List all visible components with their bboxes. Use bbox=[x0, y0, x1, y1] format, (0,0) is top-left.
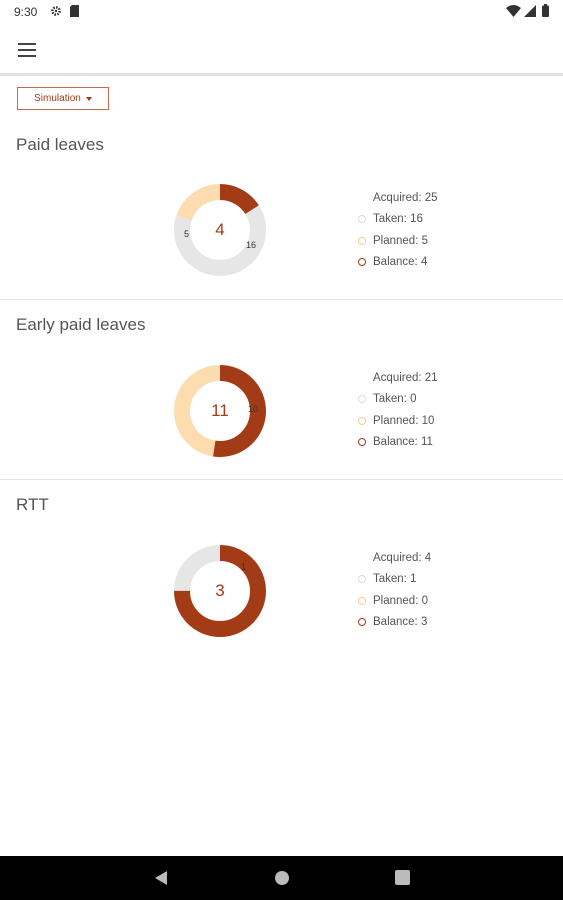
planned-segment-label: 5 bbox=[184, 229, 190, 239]
legend-balance: Balance: 4 bbox=[358, 252, 438, 274]
donut-chart: 4 16 5 bbox=[170, 180, 270, 280]
legend-planned: Planned: 0 bbox=[358, 590, 431, 612]
settings-icon bbox=[50, 4, 62, 22]
donut-chart: 11 10 bbox=[170, 361, 270, 461]
status-time: 9:30 bbox=[14, 5, 38, 19]
legend-planned: Planned: 10 bbox=[358, 410, 438, 432]
back-icon[interactable] bbox=[154, 870, 168, 891]
recents-icon[interactable] bbox=[395, 870, 410, 890]
sd-card-icon bbox=[70, 4, 80, 22]
section-paid-leaves: Paid leaves 4 16 5 Acquired: 25 Taken: 1… bbox=[0, 120, 563, 300]
balance-center-value: 3 bbox=[215, 581, 225, 600]
battery-icon bbox=[542, 4, 549, 22]
legend-balance: Balance: 3 bbox=[358, 612, 431, 634]
status-bar: 9:30 bbox=[0, 0, 563, 24]
planned-dot-icon bbox=[358, 596, 366, 605]
section-early-paid-leaves: Early paid leaves 11 10 Acquired: 21 Tak… bbox=[0, 300, 563, 480]
section-title: Paid leaves bbox=[16, 135, 104, 154]
taken-segment-label: 1 bbox=[241, 562, 247, 572]
caret-down-icon bbox=[85, 97, 92, 101]
menu-icon[interactable] bbox=[14, 38, 40, 62]
planned-dot-icon bbox=[358, 236, 366, 245]
planned-segment-label: 10 bbox=[248, 404, 259, 414]
legend-planned: Planned: 5 bbox=[358, 230, 438, 252]
taken-segment-label: 16 bbox=[246, 240, 257, 250]
legend: Acquired: 4 Taken: 1 Planned: 0 Balance:… bbox=[358, 547, 431, 633]
section-rtt: RTT 3 1 Acquired: 4 Taken: 1 Planned: 0 … bbox=[0, 480, 563, 660]
balance-dot-icon bbox=[358, 438, 366, 447]
legend: Acquired: 21 Taken: 0 Planned: 10 Balanc… bbox=[358, 367, 438, 453]
section-title: Early paid leaves bbox=[16, 315, 146, 334]
taken-dot-icon bbox=[358, 395, 366, 404]
legend-acquired: Acquired: 21 bbox=[373, 371, 438, 384]
donut-chart: 3 1 bbox=[170, 541, 270, 641]
legend-balance: Balance: 11 bbox=[358, 432, 438, 454]
simulation-label: Simulation bbox=[34, 93, 81, 104]
legend-taken: Taken: 1 bbox=[358, 569, 431, 591]
section-title: RTT bbox=[16, 495, 49, 514]
legend: Acquired: 25 Taken: 16 Planned: 5 Balanc… bbox=[358, 187, 438, 273]
wifi-icon bbox=[506, 4, 521, 22]
legend-acquired: Acquired: 4 bbox=[373, 551, 432, 564]
taken-dot-icon bbox=[358, 215, 366, 224]
planned-dot-icon bbox=[358, 416, 366, 425]
legend-taken: Taken: 16 bbox=[358, 209, 438, 231]
app-bar bbox=[0, 24, 563, 76]
taken-dot-icon bbox=[358, 575, 366, 584]
simulation-dropdown[interactable]: Simulation bbox=[17, 87, 109, 110]
legend-taken: Taken: 0 bbox=[358, 389, 438, 411]
home-icon[interactable] bbox=[274, 870, 290, 891]
balance-dot-icon bbox=[358, 618, 366, 627]
signal-icon bbox=[524, 4, 536, 22]
balance-dot-icon bbox=[358, 258, 366, 267]
legend-acquired: Acquired: 25 bbox=[373, 191, 438, 204]
system-nav-bar bbox=[0, 856, 563, 900]
